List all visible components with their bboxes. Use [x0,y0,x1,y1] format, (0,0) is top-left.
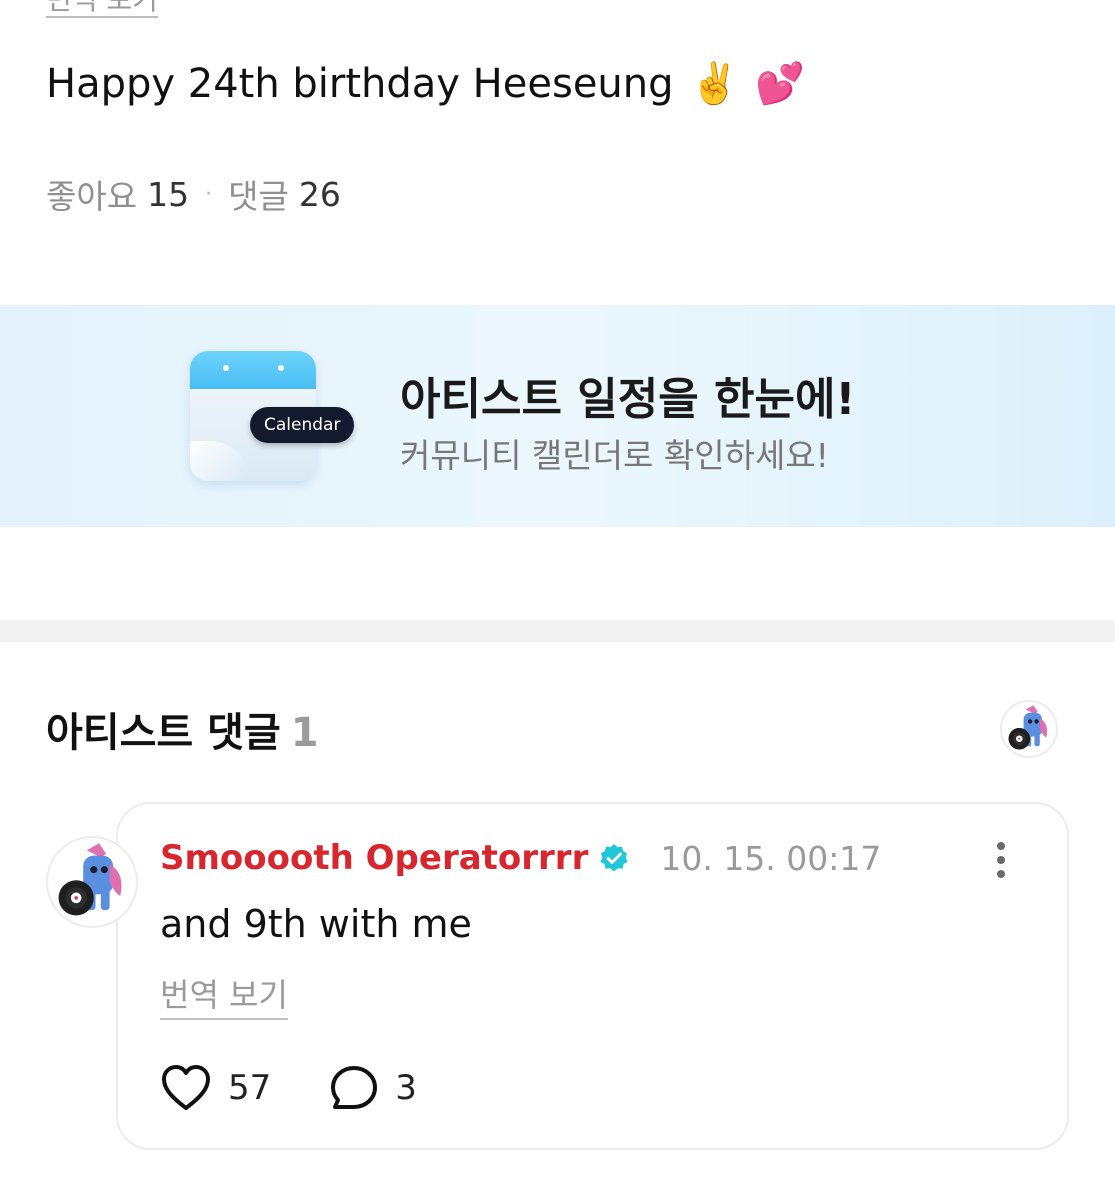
two-hearts-emoji: 💕 [755,61,806,107]
artist-avatar-icon[interactable] [1000,700,1058,758]
victory-hand-emoji: ✌️ [689,61,740,107]
comment-timestamp: 10. 15. 00:17 [660,838,882,878]
comment-bubble-icon [331,1066,378,1109]
comments-label: 댓글 [228,177,289,216]
comment-actions: 57 3 [160,1064,417,1112]
comment-header: Smooooth Operatorrrr 10. 15. 00:17 [160,838,881,878]
banner-title: 아티스트 일정을 한눈에! [400,374,856,425]
reply-button[interactable]: 3 [329,1064,417,1112]
banner-subtitle: 커뮤니티 캘린더로 확인하세요! [400,436,829,475]
post-body: Happy 24th birthday Heeseung ✌️ 💕 [46,60,806,108]
post-translate-link[interactable]: 번역 보기 [46,0,158,18]
post-stats: 좋아요 15 · 댓글 26 [46,170,341,218]
post-text: Happy 24th birthday Heeseung [46,60,674,107]
calendar-icon: Calendar [190,351,355,481]
calendar-promo-banner[interactable]: Calendar 아티스트 일정을 한눈에! 커뮤니티 캘린더로 확인하세요! [0,305,1115,527]
artist-comments-title: 아티스트 댓글 [46,710,281,756]
artist-comments-heading: 아티스트 댓글 1 [46,700,319,758]
section-divider [0,620,1115,642]
stats-separator: · [205,181,213,207]
comment-text: and 9th with me [160,902,472,946]
heart-icon [162,1065,210,1110]
like-button[interactable]: 57 [160,1064,271,1112]
more-options-icon[interactable] [984,840,1018,880]
like-count: 57 [228,1068,272,1108]
comment-author[interactable]: Smooooth Operatorrrr [160,838,588,878]
artist-comments-count: 1 [290,710,319,756]
reply-count: 3 [395,1068,417,1108]
verified-badge-icon [600,844,628,872]
calendar-pill-label: Calendar [250,407,355,443]
post-detail-page: 번역 보기 Happy 24th birthday Heeseung ✌️ 💕 … [0,0,1115,1200]
likes-count: 15 [147,174,190,214]
comments-count: 26 [298,174,341,214]
likes-label: 좋아요 [46,177,138,216]
commenter-avatar-icon[interactable] [46,836,138,928]
comment-translate-link[interactable]: 번역 보기 [160,970,288,1020]
